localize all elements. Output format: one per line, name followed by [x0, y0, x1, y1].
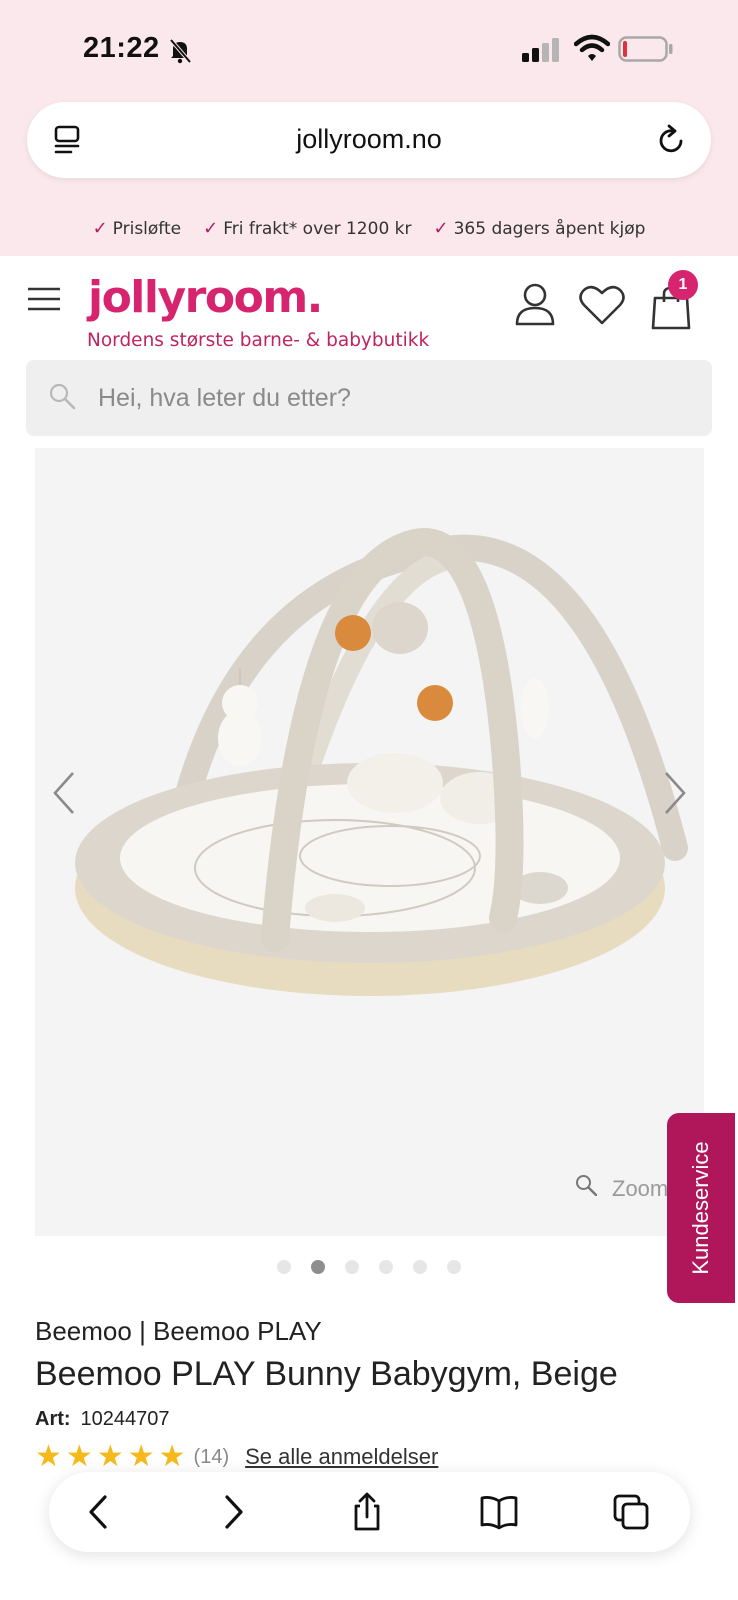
usp-row: ✓ Prisløfte ✓ Fri frakt* over 1200 kr ✓ 365… — [0, 218, 738, 239]
back-icon[interactable] — [79, 1492, 119, 1532]
user-icon[interactable] — [514, 282, 556, 326]
battery-icon — [618, 36, 673, 62]
zoom-label[interactable]: Zoom — [612, 1176, 668, 1202]
check-icon: ✓ — [433, 218, 449, 239]
product-title: Beemoo PLAY Bunny Babygym, Beige — [35, 1355, 618, 1393]
usp-label: Fri frakt* over 1200 kr — [223, 218, 412, 239]
bookmarks-icon[interactable] — [479, 1492, 519, 1532]
article-label: Art: — [35, 1408, 71, 1430]
check-icon: ✓ — [203, 218, 219, 239]
star-icon: ★ — [96, 1440, 124, 1473]
zoom-icon[interactable] — [575, 1174, 597, 1196]
search-icon — [49, 383, 76, 410]
usp-label: 365 dagers åpent kjøp — [453, 218, 646, 239]
gallery-pagination — [0, 1260, 738, 1274]
product-brand[interactable]: Beemoo | Beemoo PLAY — [35, 1316, 322, 1347]
usp-item: ✓ Prisløfte — [93, 218, 182, 239]
status-time: 21:22 — [83, 32, 160, 64]
address-bar[interactable]: jollyroom.no — [27, 102, 711, 178]
search-box[interactable] — [26, 360, 712, 436]
gallery-dot[interactable] — [379, 1260, 393, 1274]
cart-count-badge[interactable]: 1 — [668, 270, 698, 300]
see-all-reviews-link[interactable]: Se alle anmeldelser — [245, 1444, 438, 1470]
kundeservice-button[interactable]: Kundeservice — [667, 1113, 735, 1303]
chevron-left-icon[interactable] — [51, 770, 77, 816]
wifi-icon — [574, 34, 610, 61]
signal-icon — [522, 38, 559, 62]
site-tagline: Nordens største barne- & babybutikk — [87, 330, 430, 351]
gallery-dot[interactable] — [345, 1260, 359, 1274]
menu-icon[interactable] — [27, 286, 61, 312]
star-icon: ★ — [35, 1440, 62, 1473]
product-image[interactable]: Zoom — [35, 448, 704, 1236]
forward-icon[interactable] — [213, 1492, 253, 1532]
chevron-right-icon[interactable] — [662, 770, 688, 816]
kundeservice-label[interactable]: Kundeservice — [688, 1141, 714, 1274]
product-photo — [75, 528, 688, 996]
gallery-dot[interactable] — [447, 1260, 461, 1274]
review-count: (14) — [193, 1445, 230, 1468]
heart-icon[interactable] — [578, 284, 626, 326]
bell-slash-icon — [169, 38, 192, 64]
share-icon[interactable] — [347, 1492, 387, 1532]
gallery-dot[interactable] — [277, 1260, 291, 1274]
site-logo[interactable]: jollyroom. — [88, 272, 323, 323]
gallery-dot[interactable] — [413, 1260, 427, 1274]
address-url[interactable]: jollyroom.no — [27, 124, 711, 155]
usp-item: ✓ Fri frakt* over 1200 kr — [203, 218, 411, 239]
usp-label: Prisløfte — [112, 218, 182, 239]
gallery-dot-active[interactable] — [311, 1260, 325, 1274]
tabs-icon[interactable] — [611, 1492, 651, 1532]
star-icon: ★ — [65, 1440, 93, 1473]
article-value: 10244707 — [80, 1408, 170, 1430]
search-input[interactable] — [98, 360, 688, 436]
star-icon: ★ — [127, 1440, 155, 1473]
usp-item: ✓ 365 dagers åpent kjøp — [434, 218, 646, 239]
star-icon: ★ — [158, 1440, 186, 1473]
check-icon: ✓ — [92, 218, 108, 239]
rating-row: ★ ★ ★ ★ ★ (14) Se alle anmeldelser — [35, 1442, 438, 1472]
article-number: Art: 10244707 — [35, 1408, 170, 1431]
browser-toolbar — [49, 1472, 690, 1552]
reload-icon[interactable] — [655, 124, 687, 156]
